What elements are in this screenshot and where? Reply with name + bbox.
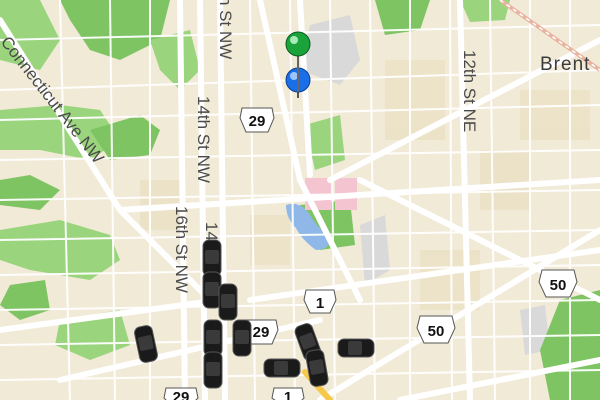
route-shield-29-bottom-left: 29 [163, 387, 199, 400]
car-icon[interactable] [202, 239, 222, 277]
car-icon[interactable] [203, 351, 223, 389]
car-icon[interactable] [218, 283, 238, 321]
route-shield-50-right: 50 [538, 269, 578, 298]
car-icon[interactable] [263, 358, 301, 378]
svg-text:1: 1 [284, 389, 292, 400]
car-icon[interactable] [337, 338, 375, 358]
route-shield-1-bottom: 1 [271, 387, 305, 400]
svg-text:50: 50 [550, 277, 567, 294]
map-view[interactable]: Connecticut Ave NW h St NW 14th St NW 14… [0, 0, 600, 400]
car-icon[interactable] [202, 271, 222, 309]
route-shield-50-mid: 50 [416, 315, 456, 344]
road-label-st-top: h St NW [216, 0, 235, 59]
road-label-14th-short: 14 [202, 222, 221, 241]
route-shield-1-mid: 1 [303, 289, 337, 314]
svg-text:29: 29 [253, 324, 270, 341]
route-shield-29-top: 29 [239, 107, 275, 133]
place-label: Brent [540, 54, 590, 75]
road-label-12th: 12th St NE [460, 50, 479, 132]
car-icon[interactable] [203, 319, 223, 357]
car-icon[interactable] [232, 319, 252, 357]
svg-text:1: 1 [316, 295, 324, 312]
road-label-14th: 14th St NW [194, 96, 213, 183]
svg-text:50: 50 [428, 323, 445, 340]
svg-text:29: 29 [173, 389, 190, 400]
road-label-16th: 16th St NW [172, 206, 191, 293]
map-canvas: Connecticut Ave NW h St NW 14th St NW 14… [0, 0, 600, 400]
svg-text:29: 29 [249, 113, 266, 130]
